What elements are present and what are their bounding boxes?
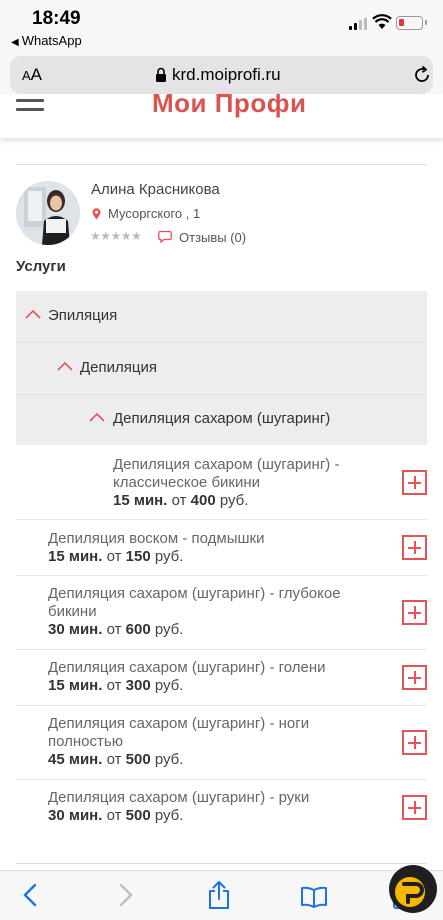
chevron-up-icon (89, 412, 105, 422)
service-item: Депиляция сахаром (шугаринг) - ноги полн… (16, 706, 427, 780)
service-item: Депиляция сахаром (шугаринг) - классичес… (16, 446, 427, 520)
service-price-line: 30 мин. от 600 руб. (48, 621, 184, 638)
service-item: Депиляция сахаром (шугаринг) - голени 15… (16, 650, 427, 706)
forward-arrow-icon[interactable] (118, 883, 134, 907)
service-price-line: 15 мин. от 400 руб. (113, 492, 249, 509)
back-to-app-link[interactable]: ◀ WhatsApp (11, 33, 82, 48)
status-bar: 18:49 ◀ WhatsApp (0, 0, 443, 50)
location-pin-icon (92, 208, 101, 220)
clock: 18:49 (32, 8, 81, 29)
service-name: Депиляция сахаром (шугаринг) - глубокое … (48, 585, 341, 620)
accordion-label: Депиляция (80, 359, 157, 376)
add-service-button[interactable] (402, 730, 427, 755)
reviews-link[interactable]: Отзывы (0) (179, 230, 246, 245)
service-name: Депиляция сахаром (шугаринг) - голени (48, 659, 326, 676)
accordion-sugaring[interactable]: Депиляция сахаром (шугаринг) (16, 395, 427, 445)
browser-toolbar (0, 870, 443, 920)
back-app-label: WhatsApp (21, 33, 82, 48)
share-icon[interactable] (207, 880, 231, 910)
add-service-button[interactable] (402, 665, 427, 690)
service-item: Депиляция сахаром (шугаринг) - глубокое … (16, 576, 427, 650)
services-heading: Услуги (16, 258, 66, 275)
wifi-icon (372, 14, 392, 29)
service-price-line: 30 мин. от 500 руб. (48, 807, 184, 824)
accordion-depilation[interactable]: Депиляция (16, 343, 427, 394)
service-price-line: 45 мин. от 500 руб. (48, 751, 184, 768)
chevron-up-icon (25, 309, 41, 319)
add-service-button[interactable] (402, 795, 427, 820)
chat-widget-icon[interactable] (388, 862, 438, 916)
service-item: Депиляция воском - подмышки 15 мин. от 1… (16, 520, 427, 576)
divider (16, 164, 427, 165)
text-size-button[interactable]: AA (22, 65, 42, 85)
add-service-button[interactable] (402, 535, 427, 560)
service-name: Депиляция сахаром (шугаринг) - ноги полн… (48, 715, 310, 750)
service-price-line: 15 мин. от 300 руб. (48, 677, 184, 694)
site-header: Мои Профи (0, 94, 443, 138)
back-triangle-icon: ◀ (11, 37, 19, 48)
service-item: Депиляция сахаром (шугаринг) - руки 30 м… (16, 780, 427, 836)
bookmarks-icon[interactable] (300, 886, 328, 908)
comment-bubble-icon (158, 230, 172, 243)
url-text[interactable]: krd.moiprofi.ru (172, 65, 281, 85)
address: Мусоргского , 1 (108, 206, 201, 221)
chevron-up-icon (57, 361, 73, 371)
back-arrow-icon[interactable] (22, 883, 38, 907)
service-name: Депиляция сахаром (шугаринг) - руки (48, 789, 310, 806)
accordion-label: Эпиляция (48, 307, 118, 324)
service-name: Депиляция сахаром (шугаринг) - классичес… (113, 456, 340, 491)
service-price-line: 15 мин. от 150 руб. (48, 548, 184, 565)
accordion-epilation[interactable]: Эпиляция (16, 291, 427, 342)
accordion-label: Депиляция сахаром (шугаринг) (113, 410, 331, 427)
lock-icon (156, 67, 166, 82)
battery-icon (396, 16, 427, 30)
divider (16, 863, 427, 864)
site-logo[interactable]: Мои Профи (152, 94, 306, 119)
specialist-name: Алина Красникова (91, 181, 220, 198)
add-service-button[interactable] (402, 470, 427, 495)
service-name: Депиляция воском - подмышки (48, 530, 265, 547)
address-bar[interactable]: AA krd.moiprofi.ru (10, 56, 433, 94)
avatar (16, 181, 80, 245)
signal-icon (349, 18, 367, 30)
add-service-button[interactable] (402, 600, 427, 625)
hamburger-menu-icon[interactable] (16, 99, 44, 117)
rating-stars: ★★★★★ (90, 229, 142, 243)
reload-icon[interactable] (412, 65, 432, 85)
